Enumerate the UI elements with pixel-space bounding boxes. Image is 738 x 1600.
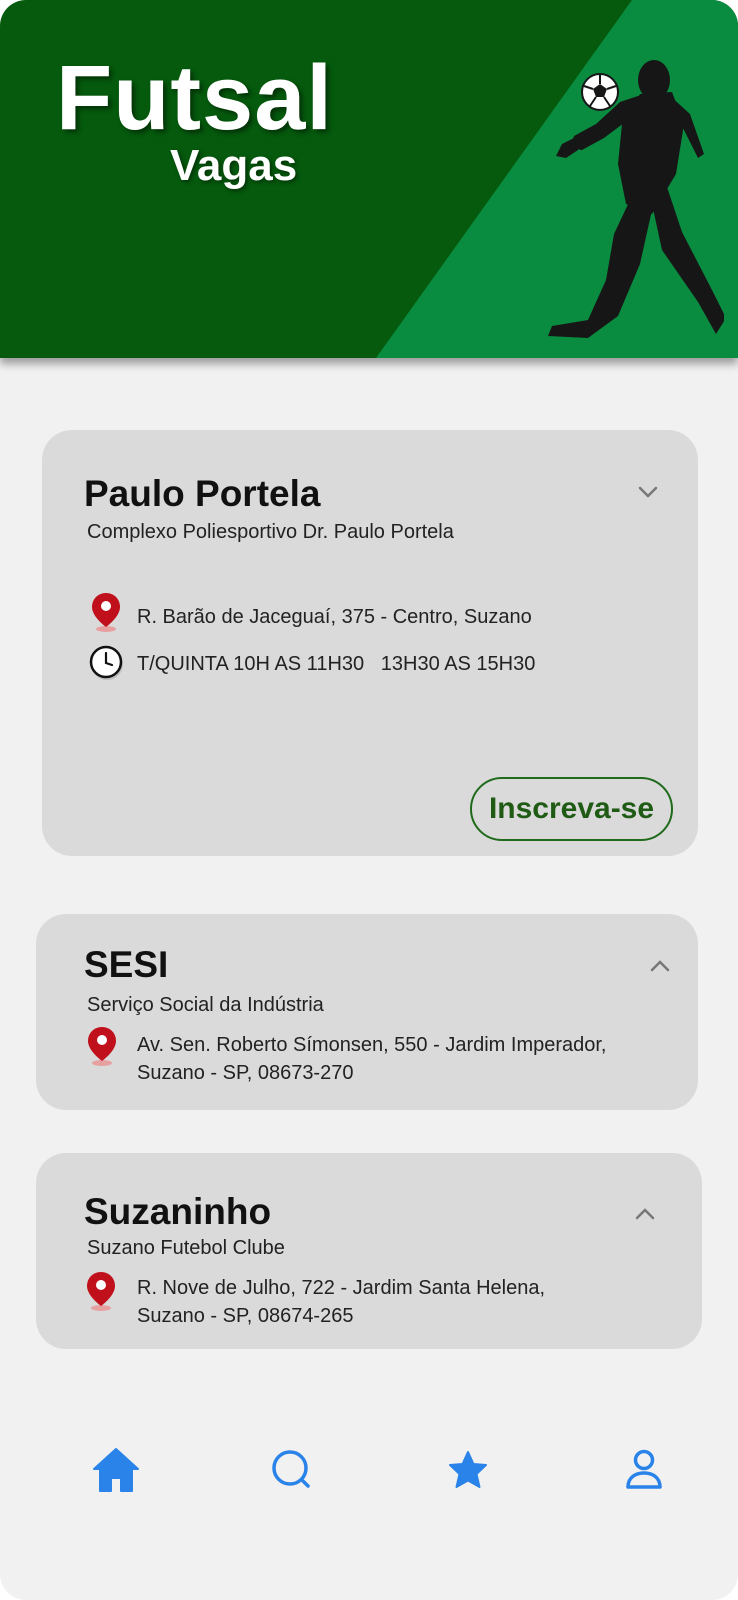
nav-home[interactable] — [86, 1440, 146, 1500]
home-icon — [93, 1448, 139, 1492]
location-pin-icon — [88, 1027, 116, 1066]
venue-address-line2: Suzano - SP, 08673-270 — [137, 1062, 354, 1084]
futsal-player-illustration — [548, 60, 724, 338]
soccer-ball-icon — [581, 73, 619, 111]
app-screen: Futsal Vagas Paulo Portela Complexo Poli… — [0, 0, 738, 1600]
venue-address-line2: Suzano - SP, 08674-265 — [137, 1305, 354, 1327]
venue-title: Suzaninho — [84, 1191, 272, 1232]
nav-search[interactable] — [262, 1440, 322, 1500]
venue-address: R. Barão de Jaceguaí, 375 - Centro, Suza… — [137, 606, 532, 628]
chevron-up-icon[interactable] — [648, 958, 672, 974]
star-icon — [449, 1451, 487, 1488]
location-pin-icon — [87, 1272, 115, 1311]
bottom-navigation — [0, 1440, 738, 1540]
venue-title: Paulo Portela — [84, 473, 321, 514]
clock-icon — [89, 645, 123, 680]
header-banner: Futsal Vagas — [0, 0, 738, 358]
app-title: Futsal — [56, 47, 333, 149]
venue-subtitle: Complexo Poliesportivo Dr. Paulo Portela — [87, 521, 454, 543]
nav-profile[interactable] — [614, 1440, 674, 1500]
location-pin-icon — [92, 593, 120, 632]
app-subtitle: Vagas — [170, 141, 298, 190]
venue-subtitle: Suzano Futebol Clube — [87, 1237, 285, 1259]
venue-address-line1: Av. Sen. Roberto Símonsen, 550 - Jardim … — [137, 1034, 607, 1056]
user-icon — [626, 1449, 662, 1489]
nav-favorites[interactable] — [438, 1440, 498, 1500]
search-icon — [272, 1450, 310, 1488]
signup-button[interactable]: Inscreva-se — [470, 777, 673, 841]
venue-schedule: T/QUINTA 10H AS 11H30 13H30 AS 15H30 — [137, 653, 536, 675]
venue-title: SESI — [84, 944, 169, 985]
chevron-up-icon[interactable] — [633, 1206, 657, 1222]
chevron-down-icon[interactable] — [636, 484, 660, 500]
venue-subtitle: Serviço Social da Indústria — [87, 994, 324, 1016]
venue-address-line1: R. Nove de Julho, 722 - Jardim Santa Hel… — [137, 1277, 545, 1299]
